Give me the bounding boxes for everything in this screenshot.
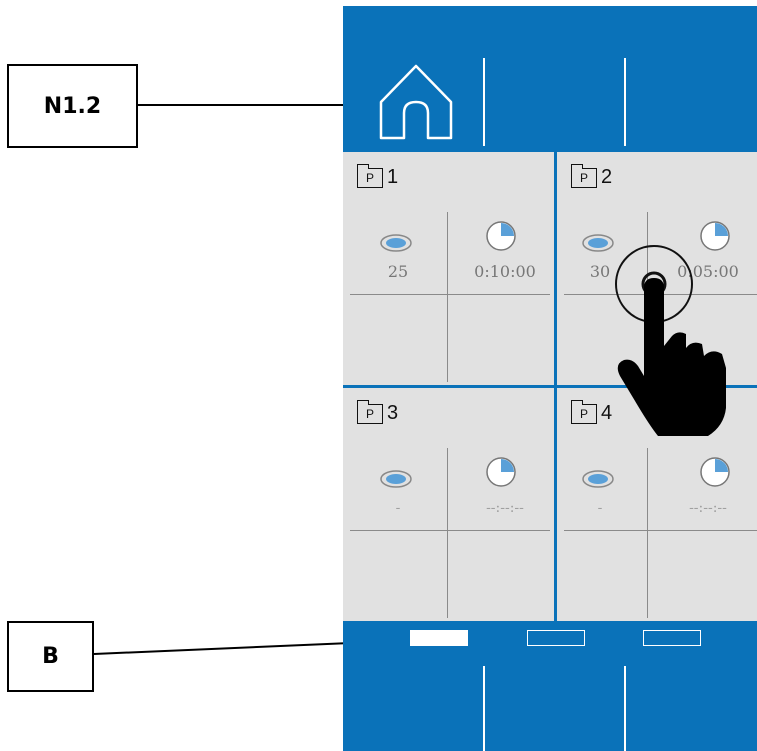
timer-value: --:--:-- <box>486 500 524 516</box>
panel-title: P 2 <box>570 163 613 189</box>
bottom-separator-2 <box>624 666 626 751</box>
timer-icon <box>699 456 731 493</box>
home-button[interactable] <box>373 58 459 146</box>
panel-title: P 1 <box>356 163 399 189</box>
page-indicator-bar <box>343 621 757 751</box>
program-panel-2[interactable]: P 2 30 0:05:00 <box>557 152 757 385</box>
program-folder-icon: P <box>570 399 597 424</box>
program-grid: P 1 25 0:10:00 P 2 30 0:05:00 P 3 - --:-… <box>343 152 757 621</box>
page-dot-1[interactable] <box>410 630 468 646</box>
program-folder-icon: P <box>570 163 597 188</box>
page-dot-2[interactable] <box>527 630 585 646</box>
timer-icon <box>699 220 731 257</box>
cycles-icon <box>379 469 413 494</box>
program-folder-icon: P <box>356 399 383 424</box>
panel-number: 3 <box>387 402 399 424</box>
top-separator-2 <box>624 58 626 146</box>
cycle-count: 30 <box>589 262 611 281</box>
home-icon <box>379 64 453 140</box>
timer-value: 0:05:00 <box>677 262 739 281</box>
callout-b: B <box>7 621 94 692</box>
page-dot-3[interactable] <box>643 630 701 646</box>
callout-n12: N1.2 <box>7 64 138 148</box>
panel-title: P 4 <box>570 399 613 425</box>
panel-number: 2 <box>601 166 613 188</box>
top-bar <box>343 6 757 152</box>
cycles-icon <box>581 233 615 258</box>
top-separator-1 <box>483 58 485 146</box>
panel-number: 4 <box>601 402 613 424</box>
cycles-icon <box>379 233 413 258</box>
program-panel-4[interactable]: P 4 - --:--:-- <box>557 388 757 621</box>
timer-icon <box>485 456 517 493</box>
device-screen: P 1 25 0:10:00 P 2 30 0:05:00 P 3 - --:-… <box>343 6 757 751</box>
arrow-b <box>93 632 376 655</box>
timer-icon <box>485 220 517 257</box>
bottom-separator-1 <box>483 666 485 751</box>
cycles-icon <box>581 469 615 494</box>
panel-number: 1 <box>387 166 399 188</box>
program-folder-icon: P <box>356 163 383 188</box>
cycle-count: 25 <box>387 262 409 281</box>
timer-value: --:--:-- <box>689 500 727 516</box>
panel-title: P 3 <box>356 399 399 425</box>
program-panel-3[interactable]: P 3 - --:--:-- <box>343 388 554 621</box>
cycle-count: - <box>395 500 401 516</box>
cycle-count: - <box>597 500 603 516</box>
timer-value: 0:10:00 <box>474 262 536 281</box>
program-panel-1[interactable]: P 1 25 0:10:00 <box>343 152 554 385</box>
